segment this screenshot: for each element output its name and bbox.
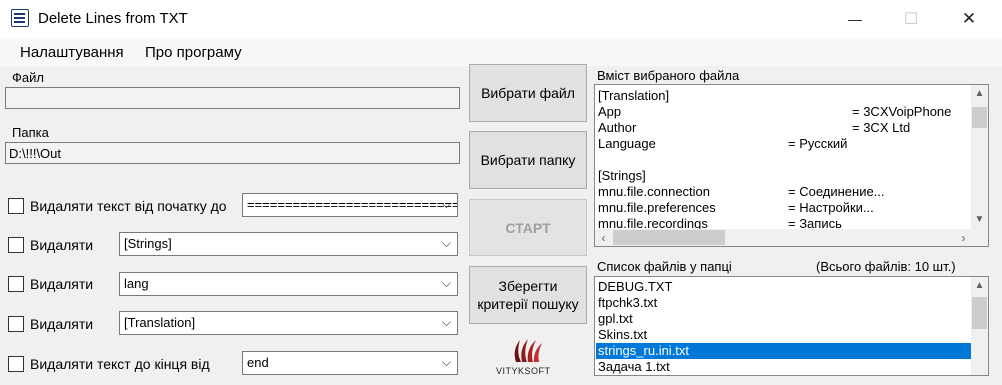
delete-combo-2[interactable]: lang ⌵ [119, 272, 458, 296]
filelist-count: (Всього файлів: 10 шт.) [816, 259, 956, 274]
folder-label: Папка [12, 125, 49, 140]
delete-checkbox-2[interactable] [8, 276, 24, 292]
save-criteria-button[interactable]: Зберегти критерії пошуку [469, 266, 587, 324]
save-criteria-line1: Зберегти [498, 278, 558, 294]
folder-path-field[interactable]: D:\!!!\Out [5, 142, 460, 164]
minimize-icon: — [848, 11, 862, 27]
scroll-up-icon[interactable]: ▲ [971, 85, 988, 102]
minimize-button[interactable]: — [832, 0, 878, 38]
combo-value: lang [124, 276, 149, 291]
content-line: App = 3CXVoipPhone [598, 104, 952, 119]
scroll-thumb[interactable] [972, 297, 987, 329]
combo-value: ============================= [247, 197, 458, 212]
choose-folder-button[interactable]: Вибрати папку [469, 131, 587, 189]
chevron-down-icon: ⌵ [441, 276, 451, 290]
chevron-down-icon: ⌵ [441, 197, 451, 211]
option-row-delete-2: Видаляти [8, 275, 93, 293]
delete-combo-1[interactable]: [Strings] ⌵ [119, 232, 458, 256]
list-item[interactable]: Задача 1.txt [596, 359, 971, 375]
option-label: Видаляти [30, 316, 94, 332]
file-path-field[interactable] [5, 87, 460, 109]
filelist-vertical-scrollbar[interactable]: ▲ [971, 277, 988, 375]
file-content-viewer[interactable]: [Translation] App = 3CXVoipPhone Author = … [594, 84, 989, 247]
option-label: Видаляти текст від початку до [30, 198, 227, 214]
delete-to-end-checkbox[interactable] [8, 356, 24, 372]
logo-text: VITYKSOFT [496, 366, 551, 376]
list-item[interactable]: DEBUG.TXT [596, 279, 971, 295]
option-row-end: Видаляти текст до кінця від [8, 355, 210, 373]
content-line: mnu.file.preferences = Настройки... [598, 200, 874, 215]
option-label: Видаляти [30, 276, 94, 292]
list-item[interactable]: ftpchk3.txt [596, 295, 971, 311]
combo-value: [Translation] [124, 315, 196, 330]
menu-bar: Налаштування Про програму [0, 38, 1002, 66]
content-line: [Strings] [598, 168, 646, 183]
option-label: Видаляти [30, 237, 94, 253]
start-button[interactable]: СТАРТ [469, 199, 587, 256]
delete-combo-3[interactable]: [Translation] ⌵ [119, 311, 458, 335]
content-line: Language = Русский [598, 136, 848, 151]
scroll-down-icon[interactable]: ▼ [971, 211, 988, 228]
content-vertical-scrollbar[interactable]: ▲ ▼ [971, 85, 988, 229]
scroll-left-icon[interactable]: ‹ [595, 229, 612, 246]
delete-from-start-checkbox[interactable] [8, 198, 24, 214]
option-row-delete-3: Видаляти [8, 315, 93, 333]
option-row-delete-1: Видаляти [8, 236, 93, 254]
content-horizontal-scrollbar[interactable]: ‹ › [595, 229, 972, 246]
chevron-down-icon: ⌵ [441, 355, 451, 369]
scroll-up-icon[interactable]: ▲ [971, 277, 988, 294]
title-bar: Delete Lines from TXT — ☐ ✕ [0, 0, 1002, 38]
maximize-button: ☐ [888, 0, 934, 38]
option-row-start: Видаляти текст від початку до [8, 197, 227, 215]
delete-checkbox-1[interactable] [8, 237, 24, 253]
scroll-thumb[interactable] [613, 230, 725, 245]
delete-checkbox-3[interactable] [8, 316, 24, 332]
chevron-down-icon: ⌵ [441, 315, 451, 329]
app-list-icon [11, 9, 29, 27]
end-marker-combo[interactable]: end ⌵ [242, 351, 458, 375]
chevron-down-icon: ⌵ [441, 236, 451, 250]
scroll-right-icon[interactable]: › [955, 229, 972, 246]
close-button[interactable]: ✕ [946, 0, 992, 38]
list-item-selected[interactable]: strings_ru.ini.txt [596, 343, 971, 359]
list-item[interactable]: Skins.txt [596, 327, 971, 343]
content-line [598, 152, 968, 168]
option-label: Видаляти текст до кінця від [30, 356, 210, 372]
save-criteria-line2: критерії пошуку [477, 296, 579, 312]
window-title: Delete Lines from TXT [38, 10, 188, 27]
combo-value: [Strings] [124, 236, 172, 251]
menu-settings[interactable]: Налаштування [20, 44, 124, 61]
close-icon: ✕ [961, 9, 977, 28]
start-marker-combo[interactable]: ============================= ⌵ [242, 193, 458, 217]
content-line: Author = 3CX Ltd [598, 120, 911, 135]
scroll-thumb[interactable] [972, 107, 987, 128]
content-line: mnu.file.connection = Соединение... [598, 184, 885, 199]
combo-value: end [247, 355, 269, 370]
file-list[interactable]: DEBUG.TXT ftpchk3.txt gpl.txt Skins.txt … [594, 276, 989, 376]
maximize-icon: ☐ [903, 11, 919, 28]
vitiksoft-logo: VITYKSOFT [494, 336, 566, 380]
scroll-corner [971, 228, 988, 246]
content-line: [Translation] [598, 88, 670, 103]
content-title: Вміст вибраного файла [597, 68, 740, 83]
filelist-title: Список файлів у папці [597, 259, 732, 274]
menu-about[interactable]: Про програму [145, 44, 242, 61]
file-label: Файл [12, 70, 44, 85]
list-item[interactable]: gpl.txt [596, 311, 971, 327]
choose-file-button[interactable]: Вибрати файл [469, 64, 587, 122]
